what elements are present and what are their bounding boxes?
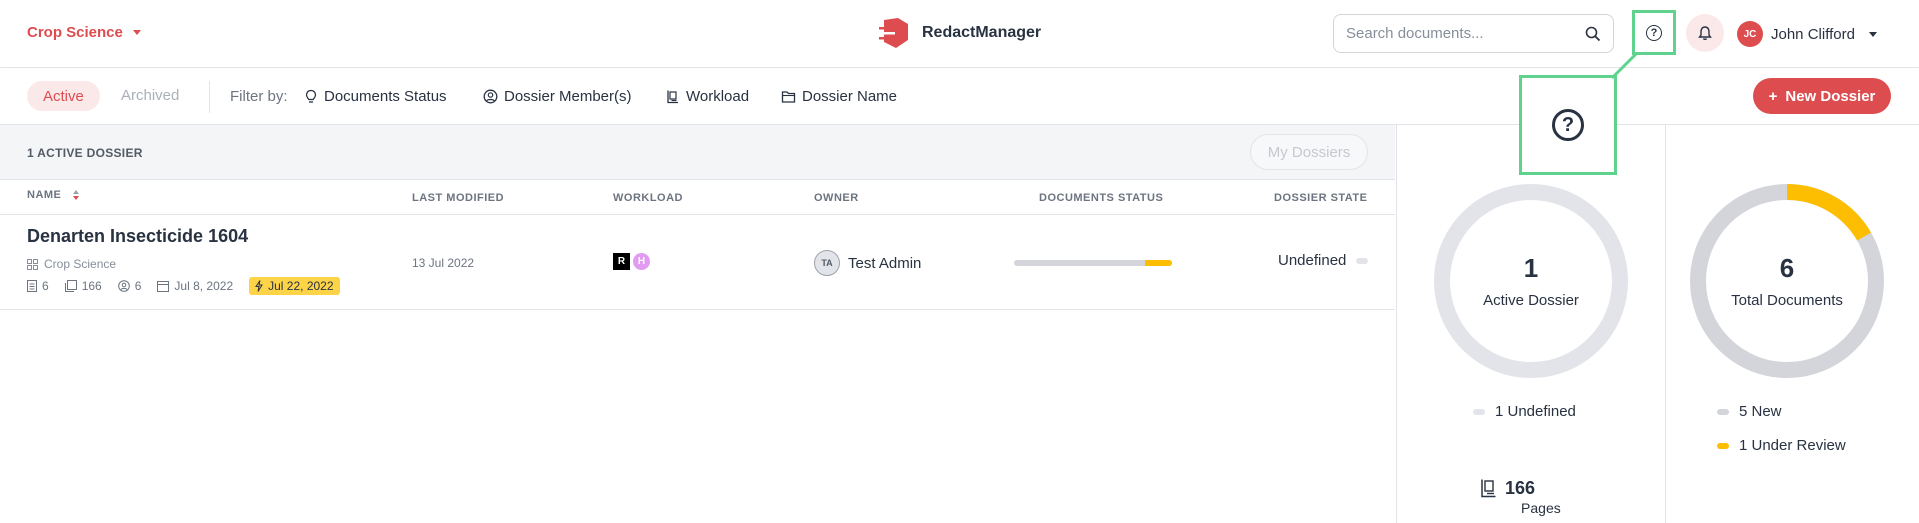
col-name[interactable]: NAME: [27, 189, 79, 201]
due-date-badge: Jul 22, 2022: [249, 277, 340, 295]
highlight-connector: [1610, 54, 1638, 80]
workload-icon: [667, 90, 678, 104]
workspace-selector[interactable]: Crop Science: [27, 24, 141, 41]
plus-icon: +: [1768, 87, 1778, 105]
col-owner: OWNER: [814, 192, 859, 204]
filter-workload[interactable]: Workload: [665, 88, 749, 105]
divider: [1665, 125, 1666, 523]
user-circle-icon: [117, 280, 130, 292]
owner-name: Test Admin: [848, 254, 922, 272]
col-workload: WORKLOAD: [613, 192, 683, 204]
total-count: 6: [1779, 253, 1795, 283]
search-icon[interactable]: [1585, 26, 1601, 42]
created-date: Jul 8, 2022: [157, 279, 233, 293]
document-icon: [27, 280, 37, 292]
app-name: RedactManager: [922, 24, 1042, 41]
help-icon: ?: [1646, 24, 1662, 41]
under-review-fill: [1145, 260, 1172, 266]
help-zoom-callout: ?: [1519, 75, 1617, 175]
template-icon: [27, 258, 38, 270]
tab-archived[interactable]: Archived: [121, 87, 179, 104]
filter-label: Workload: [686, 88, 750, 105]
help-icon: ?: [1552, 109, 1584, 141]
page-count: 166: [64, 279, 102, 293]
dossier-stats: 6 166 6 Jul 8, 2022 Jul 22, 2022: [27, 277, 340, 295]
help-button[interactable]: ?: [1632, 10, 1676, 55]
chevron-down-icon: [1868, 31, 1877, 37]
notifications-button[interactable]: [1686, 14, 1724, 52]
calendar-icon: [157, 281, 170, 292]
tab-active[interactable]: Active: [27, 81, 100, 111]
my-dossiers-button[interactable]: My Dossiers: [1250, 134, 1368, 170]
redact-logo-icon: [879, 18, 908, 48]
total-documents-donut: 6 Total Documents: [1687, 181, 1887, 381]
divider: [209, 81, 210, 113]
workload-hint-badge: H: [633, 253, 650, 270]
dossier-name[interactable]: Denarten Insecticide 1604: [27, 226, 248, 247]
folder-icon: [781, 90, 796, 103]
pages-stat: 166 Pages: [1479, 478, 1561, 516]
column-headers: NAME LAST MODIFIED WORKLOAD OWNER DOCUME…: [0, 180, 1395, 215]
legend-swatch: [1717, 408, 1729, 415]
bell-icon: [1698, 26, 1712, 40]
active-label: Active Dossier: [1483, 292, 1579, 309]
search-input[interactable]: [1346, 25, 1585, 42]
workspace-label: Crop Science: [27, 24, 123, 41]
state-indicator: [1356, 257, 1369, 264]
total-label: Total Documents: [1731, 292, 1843, 309]
avatar: JC: [1737, 21, 1763, 47]
dossier-list: 1 ACTIVE DOSSIER My Dossiers NAME LAST M…: [0, 125, 1395, 523]
filter-label: Dossier Name: [802, 88, 898, 105]
pages-icon: [1481, 479, 1496, 498]
legend-swatch: [1473, 408, 1485, 415]
legend-swatch: [1717, 442, 1729, 449]
user-circle-icon: [483, 89, 498, 104]
dossier-state: Undefined: [1278, 252, 1369, 269]
doc-count: 6: [27, 279, 49, 293]
lightbulb-icon: [305, 89, 317, 103]
filter-documents-status[interactable]: Documents Status: [304, 88, 447, 105]
new-dossier-button[interactable]: + New Dossier: [1753, 78, 1891, 114]
lightning-icon: [255, 280, 264, 292]
documents-status-bar: [1014, 260, 1172, 266]
chevron-down-icon: [132, 30, 141, 35]
legend-under-review: 1 Under Review: [1717, 437, 1846, 454]
search-box[interactable]: [1333, 14, 1614, 53]
list-header: 1 ACTIVE DOSSIER My Dossiers: [0, 125, 1395, 180]
sort-icon: [72, 190, 79, 201]
owner: TA Test Admin: [814, 250, 921, 276]
dossier-count: 1 ACTIVE DOSSIER: [27, 146, 143, 160]
member-count: 6: [117, 279, 141, 293]
filter-by-label: Filter by:: [230, 88, 288, 105]
filter-label: Documents Status: [324, 88, 447, 105]
workload-redaction-badge: R: [613, 253, 630, 270]
col-documents-status: DOCUMENTS STATUS: [1039, 192, 1164, 204]
new-dossier-label: New Dossier: [1785, 87, 1876, 105]
user-name: John Clifford: [1771, 25, 1855, 43]
filter-dossier-name[interactable]: Dossier Name: [781, 88, 897, 105]
col-last-modified[interactable]: LAST MODIFIED: [412, 192, 504, 204]
pages-count: 166: [1505, 478, 1536, 498]
avatar: TA: [814, 250, 840, 276]
workload-indicators: R H: [613, 253, 650, 270]
col-dossier-state: DOSSIER STATE: [1274, 192, 1368, 204]
app-brand[interactable]: RedactManager: [878, 16, 1041, 50]
filter-label: Dossier Member(s): [504, 88, 632, 105]
dossier-template: Crop Science: [27, 257, 116, 271]
table-row[interactable]: Denarten Insecticide 1604 Crop Science 6: [0, 215, 1395, 310]
filter-dossier-members[interactable]: Dossier Member(s): [483, 88, 632, 105]
legend-new: 5 New: [1717, 403, 1782, 420]
pages-icon: [64, 280, 77, 292]
user-menu[interactable]: JC John Clifford: [1737, 21, 1877, 47]
last-modified: 13 Jul 2022: [412, 256, 475, 270]
active-dossier-donut: 1 Active Dossier: [1431, 181, 1631, 381]
active-legend: 1 Undefined: [1473, 403, 1576, 420]
pages-label: Pages: [1521, 500, 1561, 516]
active-count: 1: [1523, 253, 1539, 283]
